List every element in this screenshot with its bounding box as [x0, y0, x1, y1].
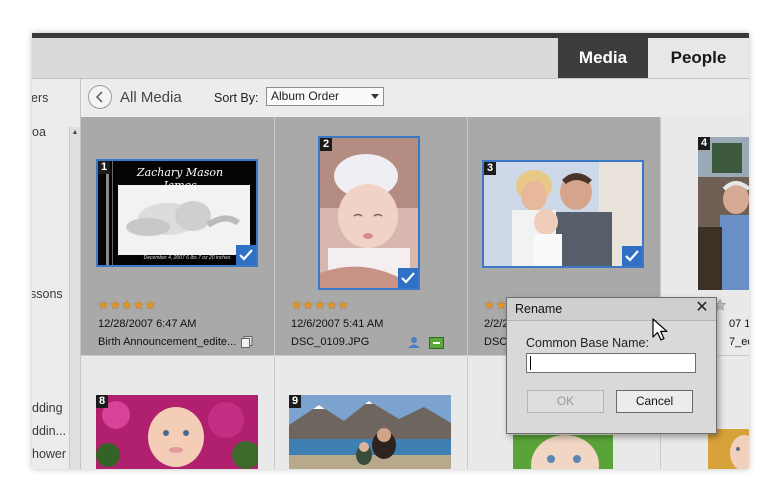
baby-flowers-photo-image — [96, 395, 258, 469]
cancel-button[interactable]: Cancel — [616, 390, 693, 413]
item-number: 3 — [484, 162, 497, 175]
scroll-up-arrow-icon[interactable]: ▲ — [70, 127, 80, 139]
sidebar-item[interactable]: ers — [32, 91, 48, 105]
thumbnail-family-photo[interactable]: 3 — [482, 160, 644, 268]
announcement-title: Zachary Mason James — [136, 166, 224, 192]
item-number: 2 — [320, 138, 333, 151]
text-caret — [530, 356, 531, 370]
sort-by-label: Sort By: — [214, 91, 259, 105]
media-toolbar: All Media Sort By: Album Order — [81, 79, 749, 118]
sidebar-item[interactable]: ddin... — [32, 424, 66, 438]
back-button[interactable] — [88, 85, 112, 109]
mouse-pointer-icon — [652, 318, 668, 341]
item-number: 8 — [96, 395, 109, 408]
tab-people[interactable]: People — [648, 38, 749, 78]
dropdown-arrow-icon — [371, 94, 379, 99]
sort-order-value: Album Order — [271, 89, 340, 103]
item-date: 2/2/2 — [484, 318, 509, 330]
star-rating[interactable]: ★★★★★ — [291, 298, 350, 312]
newborn-photo-image — [320, 138, 418, 288]
star-rating[interactable]: ★★ — [484, 298, 508, 312]
thumbnail-lake-landscape[interactable]: 9 — [289, 395, 451, 469]
item-number: 9 — [289, 395, 302, 408]
item-date: 12/6/2007 5:41 AM — [291, 318, 384, 330]
baby-closeup-photo-image — [513, 435, 613, 469]
lake-photo-image — [289, 395, 451, 469]
close-icon[interactable]: ✕ — [694, 300, 710, 316]
dialog-title: Rename — [515, 302, 563, 316]
item-number: 1 — [98, 161, 111, 174]
tab-media[interactable]: Media — [558, 38, 648, 78]
person-tag-icon[interactable] — [407, 336, 421, 349]
sidebar-item[interactable]: hower — [32, 447, 66, 461]
item-number: 4 — [698, 137, 711, 150]
selected-checkmark-icon[interactable] — [398, 268, 418, 288]
album-tag-icon[interactable] — [429, 337, 444, 349]
chevron-left-icon — [95, 91, 103, 103]
stack-icon[interactable] — [240, 336, 254, 348]
item-date: 12/28/2007 6:47 AM — [98, 318, 197, 330]
rename-dialog: Rename ✕ Common Base Name: OK Cancel — [506, 297, 717, 434]
item-filename: Birth Announcement_edite... — [98, 336, 237, 348]
grid-divider — [274, 117, 275, 469]
star-rating[interactable]: ★★★★★ — [98, 298, 157, 312]
sidebar-item[interactable]: dding — [32, 401, 63, 415]
thumbnail-birth-announcement[interactable]: 1 Zachary Mason James December 4, 2007 6… — [96, 159, 258, 267]
grid-divider — [467, 117, 468, 469]
sidebar-item[interactable]: oa — [32, 125, 46, 139]
sidebar-panel: ers oa ssons dding ddin... hower ▲ — [32, 79, 81, 469]
selected-checkmark-icon[interactable] — [236, 245, 256, 265]
announcement-caption: December 4, 2007 6 lbs 7 oz 20 inches — [143, 255, 231, 261]
item-filename: DSC_0109.JPG — [291, 336, 370, 348]
thumbnail-dsc-0109[interactable]: 2 — [318, 136, 420, 290]
selected-checkmark-icon[interactable] — [622, 246, 642, 266]
thumbnail-grandfather[interactable]: 4 — [698, 137, 749, 290]
common-base-name-input[interactable] — [526, 353, 696, 373]
family-photo-image — [484, 162, 642, 266]
item-filename: 7_edit — [729, 336, 749, 348]
common-base-name-label: Common Base Name: — [526, 336, 649, 350]
view-tab-bar: Media People — [32, 38, 749, 79]
thumbnail-baby-flowers[interactable]: 8 — [96, 395, 258, 469]
elderly-man-photo-image — [698, 137, 749, 290]
dialog-titlebar[interactable]: Rename ✕ — [507, 298, 716, 321]
ok-button[interactable]: OK — [527, 390, 604, 413]
sidebar-item[interactable]: ssons — [32, 287, 63, 301]
breadcrumb-all-media[interactable]: All Media — [120, 89, 182, 106]
thumbnail-baby-yellow[interactable] — [708, 429, 749, 469]
item-date: 07 12:4 — [729, 318, 749, 330]
sidebar-scrollbar[interactable]: ▲ — [69, 127, 80, 469]
sort-order-select[interactable]: Album Order — [266, 87, 384, 106]
thumbnail-baby-closeup[interactable] — [513, 435, 613, 469]
baby-yellow-photo-image — [708, 429, 749, 469]
